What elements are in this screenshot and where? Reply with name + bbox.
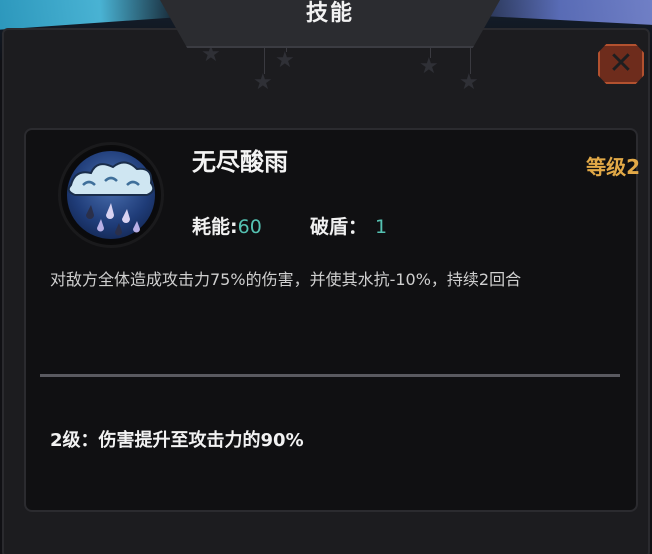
skill-dialog: ★ ★ ★ ★ ★ 技能 ✕ 无尽酸雨 等级2 耗能:60 破盾： 1 对敌方全…	[0, 0, 652, 554]
skill-description: 对敌方全体造成攻击力75%的伤害，并使其水抗-10%，持续2回合	[50, 270, 522, 289]
blue-streak-decoration	[0, 0, 181, 31]
close-button[interactable]: ✕	[598, 44, 644, 84]
dialog-title: 技能	[305, 1, 354, 26]
acid-rain-cloud-icon	[58, 142, 164, 248]
energy-cost: 耗能:60	[192, 212, 262, 242]
skill-level: 等级2	[586, 155, 640, 179]
star-decoration-icon: ★	[275, 48, 295, 73]
energy-cost-value: 60	[237, 216, 262, 238]
star-decoration-icon: ★	[459, 70, 479, 95]
energy-cost-label: 耗能:	[192, 216, 238, 238]
star-decoration-icon: ★	[253, 70, 273, 95]
close-icon: ✕	[608, 46, 634, 81]
shield-break: 破盾： 1	[310, 212, 387, 242]
skill-name: 无尽酸雨	[192, 148, 288, 176]
shield-break-value: 1	[375, 216, 388, 238]
shield-break-label: 破盾：	[310, 216, 368, 238]
divider	[40, 374, 620, 377]
level-upgrade-text: 2级：伤害提升至攻击力的90%	[50, 430, 304, 451]
star-decoration-icon: ★	[419, 54, 439, 79]
